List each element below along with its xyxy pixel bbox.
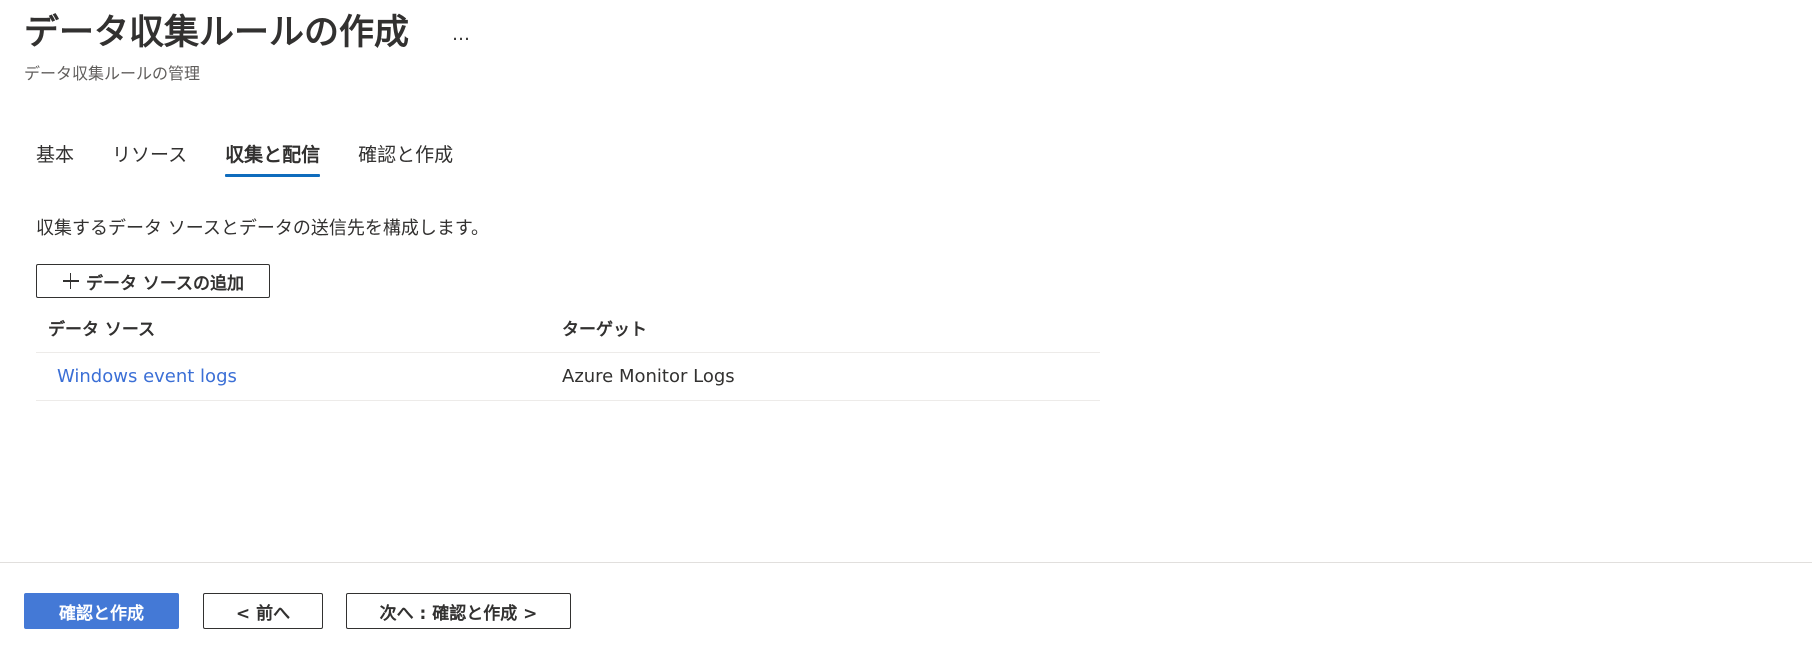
footer-divider <box>0 562 1812 563</box>
tab-basics[interactable]: 基本 <box>36 136 74 177</box>
review-and-create-button[interactable]: 確認と作成 <box>24 593 179 629</box>
page-subtitle: データ収集ルールの管理 <box>24 64 201 83</box>
tab-resources[interactable]: リソース <box>112 136 187 177</box>
column-header-target: ターゲット <box>562 319 647 340</box>
table-header: データ ソース ターゲット <box>36 302 1100 353</box>
page: データ収集ルールの作成 … データ収集ルールの管理 基本 リソース 収集と配信 … <box>0 0 1812 654</box>
tab-review-and-create[interactable]: 確認と作成 <box>358 136 453 177</box>
page-title: データ収集ルールの作成 <box>24 13 410 53</box>
next-button[interactable]: 次へ : 確認と作成 > <box>346 593 571 629</box>
section-description: 収集するデータ ソースとデータの送信先を構成します。 <box>36 218 490 239</box>
plus-icon <box>62 272 80 290</box>
column-header-data-source: データ ソース <box>48 319 156 340</box>
data-source-table: データ ソース ターゲット Windows event logs Azure M… <box>36 302 1100 401</box>
footer-actions: 確認と作成 < 前へ 次へ : 確認と作成 > <box>24 593 571 629</box>
target-cell: Azure Monitor Logs <box>562 366 735 387</box>
tab-collect-and-deliver[interactable]: 収集と配信 <box>225 136 321 177</box>
data-source-link[interactable]: Windows event logs <box>57 366 237 387</box>
more-options-button[interactable]: … <box>445 20 477 48</box>
add-data-source-label: データ ソースの追加 <box>85 273 245 294</box>
tab-list: 基本 リソース 収集と配信 確認と作成 <box>36 136 491 177</box>
add-data-source-button[interactable]: データ ソースの追加 <box>36 264 270 298</box>
page-header: データ収集ルールの作成 … データ収集ルールの管理 <box>24 10 477 84</box>
table-row: Windows event logs Azure Monitor Logs <box>36 353 1100 401</box>
title-row: データ収集ルールの作成 … <box>24 10 477 56</box>
data-source-cell: Windows event logs <box>36 366 562 387</box>
previous-button[interactable]: < 前へ <box>203 593 323 629</box>
